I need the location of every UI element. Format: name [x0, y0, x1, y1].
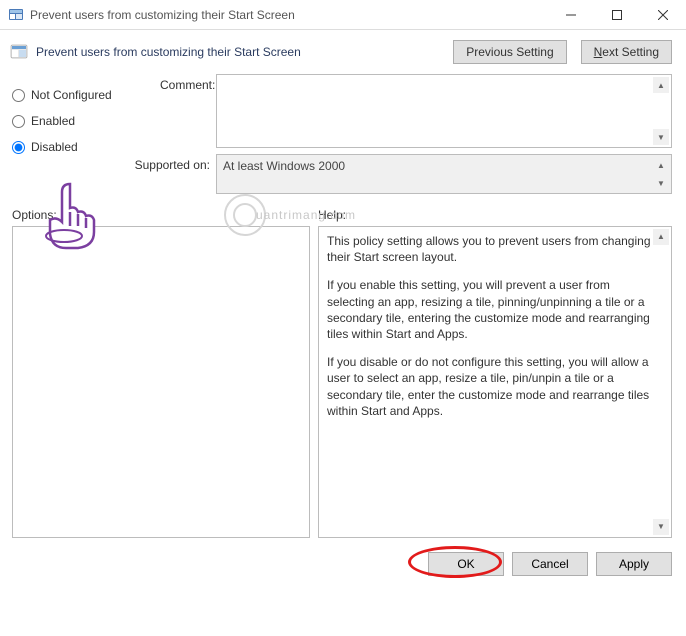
options-label: Options:: [12, 208, 318, 222]
minimize-button[interactable]: [548, 0, 594, 30]
radio-enabled-input[interactable]: [12, 115, 25, 128]
footer-buttons: OK Cancel Apply: [0, 546, 686, 582]
supported-on-label: Supported on:: [126, 154, 216, 194]
scroll-up-icon[interactable]: ▲: [653, 229, 669, 245]
radio-not-configured-input[interactable]: [12, 89, 25, 102]
help-label: Help:: [318, 208, 346, 222]
help-panel: This policy setting allows you to preven…: [318, 226, 672, 538]
comment-label: Comment:: [160, 74, 216, 148]
section-labels: Options: Help:: [0, 208, 686, 226]
window-title: Prevent users from customizing their Sta…: [30, 8, 548, 22]
help-paragraph-2: If you enable this setting, you will pre…: [327, 277, 651, 342]
help-paragraph-1: This policy setting allows you to preven…: [327, 233, 651, 265]
scroll-down-icon[interactable]: ▼: [653, 519, 669, 535]
close-button[interactable]: [640, 0, 686, 30]
supported-on-value: At least Windows 2000: [223, 159, 345, 173]
scroll-down-icon[interactable]: ▼: [653, 175, 669, 191]
help-paragraph-3: If you disable or do not configure this …: [327, 354, 651, 419]
apply-button[interactable]: Apply: [596, 552, 672, 576]
app-icon: [8, 7, 24, 23]
header-row: Prevent users from customizing their Sta…: [0, 30, 686, 74]
radio-enabled[interactable]: Enabled: [12, 108, 160, 134]
scroll-up-icon[interactable]: ▲: [653, 77, 669, 93]
options-panel: [12, 226, 310, 538]
next-setting-button[interactable]: Next Setting: [581, 40, 672, 64]
radio-disabled-input[interactable]: [12, 141, 25, 154]
cancel-button[interactable]: Cancel: [512, 552, 588, 576]
fields-column: Comment: ▲ ▼ Supported on: At least Wind…: [160, 74, 672, 200]
maximize-button[interactable]: [594, 0, 640, 30]
config-area: Not Configured Enabled Disabled Comment:…: [0, 74, 686, 208]
scroll-down-icon[interactable]: ▼: [653, 129, 669, 145]
previous-setting-button[interactable]: Previous Setting: [453, 40, 566, 64]
radio-enabled-label: Enabled: [31, 114, 75, 128]
radio-disabled-label: Disabled: [31, 140, 78, 154]
title-bar: Prevent users from customizing their Sta…: [0, 0, 686, 30]
policy-title: Prevent users from customizing their Sta…: [36, 45, 453, 59]
supported-on-box: At least Windows 2000 ▲ ▼: [216, 154, 672, 194]
ok-button[interactable]: OK: [428, 552, 504, 576]
policy-icon: [10, 43, 28, 61]
radio-not-configured[interactable]: Not Configured: [12, 82, 160, 108]
comment-textarea[interactable]: ▲ ▼: [216, 74, 672, 148]
radio-not-configured-label: Not Configured: [31, 88, 112, 102]
scroll-up-icon[interactable]: ▲: [653, 157, 669, 173]
panels-row: This policy setting allows you to preven…: [0, 226, 686, 546]
